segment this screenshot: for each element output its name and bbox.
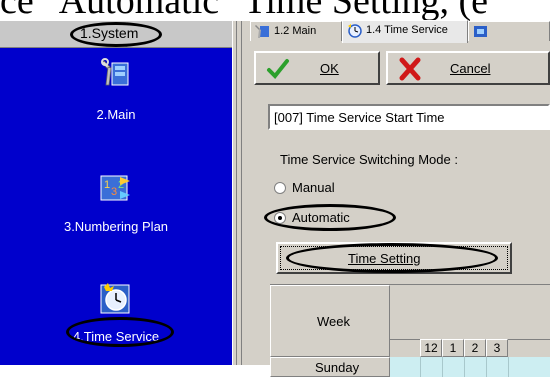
main-tab-icon [255,25,269,38]
sidebar-item-label: 3.Numbering Plan [63,219,169,234]
tab-main[interactable]: 1.2 Main [250,21,342,41]
day-time-cells[interactable] [390,357,550,377]
tab-bar: 1.2 Main 1.4 Time Service [246,20,550,43]
setting-title: [007] Time Service Start Time [274,110,445,125]
splitter-groove [236,21,237,365]
tab-time-service[interactable]: 1.4 Time Service [342,20,468,43]
hour-header-band [390,285,550,340]
day-row-header: Sunday [270,357,390,377]
ok-label: OK [320,61,339,76]
numbering-icon: 1 3 2 [100,175,130,201]
mode-label: Time Service Switching Mode : [280,152,458,167]
time-service-highlight-oval [66,317,174,347]
cross-icon [399,57,421,81]
hour-header: 12 [420,339,442,357]
sidebar-item-label: 2.Main [96,107,136,122]
time-setting-highlight-oval [286,243,498,273]
day-label: Sunday [315,360,360,375]
svg-text:1: 1 [104,179,110,191]
cancel-button[interactable]: Cancel [386,51,550,85]
ok-button[interactable]: OK [254,51,380,85]
extra-tab-icon [474,26,487,37]
tab-label: 1.4 Time Service [366,24,448,36]
week-header-label: Week [317,314,350,329]
cell-divider [420,357,421,377]
caption-text: ce "Automatic" Time Setting, (e [0,0,489,21]
hour-header: 3 [486,339,508,357]
sidebar: 1.System 2.Main 1 3 2 3.Numbering Plan 4… [0,21,232,365]
svg-text:3: 3 [111,186,117,198]
setting-title-field: [007] Time Service Start Time [268,104,550,130]
schedule-grid: Week 12 1 2 3 Sunday [270,284,550,377]
top-caption: ce "Automatic" Time Setting, (e [0,0,550,21]
tools-icon [101,58,129,86]
cell-divider [486,357,487,377]
radio-label: Manual [292,180,335,195]
clock-icon [100,283,130,314]
time-tab-icon [348,24,362,38]
hour-header: 1 [442,339,464,357]
check-icon [267,59,289,79]
pane-splitter[interactable] [232,21,246,365]
cell-divider [508,357,509,377]
cancel-label: Cancel [450,61,491,76]
system-highlight-oval [70,22,162,47]
toolbar: OK Cancel [254,51,550,89]
automatic-highlight-oval [264,204,396,231]
week-header: Week [270,285,390,357]
hour-header: 2 [464,339,486,357]
cell-divider [464,357,465,377]
tab-extra[interactable] [468,21,550,41]
radio-button[interactable] [274,182,286,194]
splitter-groove [241,21,242,365]
tab-label: 1.2 Main [274,25,317,37]
settings-pane: 1.2 Main 1.4 Time Service OK Cancel [007… [246,20,550,377]
cell-divider [442,357,443,377]
